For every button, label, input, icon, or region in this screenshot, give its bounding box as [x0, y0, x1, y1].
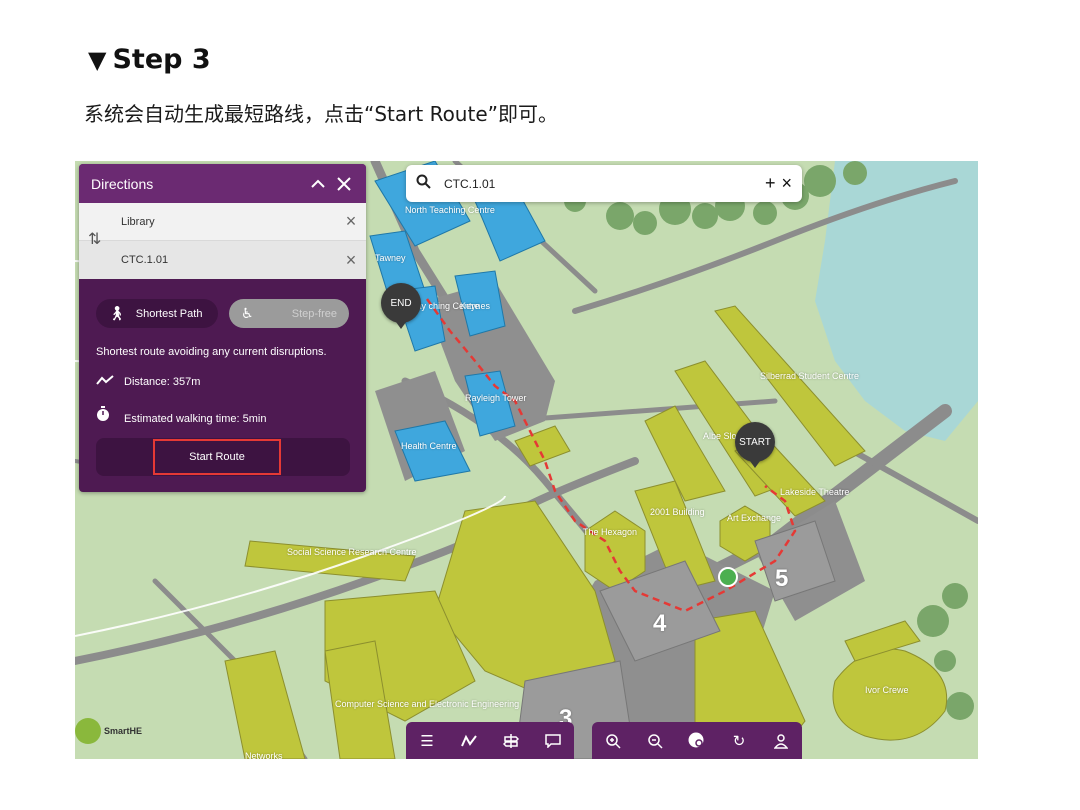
logo-text: SmartHE — [104, 726, 143, 736]
clear-from-icon[interactable]: × — [336, 211, 366, 232]
close-search-icon[interactable]: × — [781, 173, 792, 194]
label-silberrad: Silberrad Student Centre — [760, 371, 860, 381]
user-icon[interactable] — [766, 726, 796, 756]
route-inputs: Library × CTC.1.01 × ⇅ — [79, 203, 366, 279]
route-info: Shortest route avoiding any current disr… — [96, 346, 327, 358]
label-2001-building: 2001 Building — [650, 507, 705, 517]
label-square-4: 4 — [653, 610, 667, 637]
shortest-path-label: Shortest Path — [135, 307, 203, 320]
campus-map[interactable]: North Teaching Centre Tawney Keynes eway… — [75, 161, 978, 759]
to-value[interactable]: CTC.1.01 — [121, 254, 336, 266]
search-bar[interactable]: CTC.1.01 + × — [406, 165, 802, 202]
time-row: Estimated walking time: 5min — [96, 406, 266, 425]
step-free-label: Step-free — [291, 307, 337, 320]
map-toolbar-left: ☰ — [406, 722, 574, 759]
directions-panel: Directions Library × CTC.1.01 × ⇅ 🚶︎ Sho… — [79, 164, 366, 492]
label-computer-science: Computer Science and Electronic Engineer… — [335, 699, 520, 709]
end-marker[interactable]: END — [381, 283, 421, 329]
from-field[interactable]: Library × — [79, 203, 366, 241]
message-icon[interactable] — [538, 726, 568, 756]
directions-header: Directions — [79, 164, 366, 203]
distance-row: Distance: 357m — [96, 375, 200, 388]
step-title-text: Step 3 — [112, 44, 211, 75]
label-lakeside: Lakeside Theatre — [780, 487, 850, 497]
wheelchair-icon: ♿︎ — [241, 305, 254, 321]
label-square-5: 5 — [775, 565, 789, 592]
label-networks: Networks — [245, 751, 283, 759]
smarthe-logo: SmartHE — [75, 718, 142, 744]
label-tawney: Tawney — [375, 253, 406, 263]
chevron-up-icon[interactable] — [308, 174, 328, 194]
route-icon[interactable] — [454, 726, 484, 756]
walking-icon: 🚶︎ — [108, 305, 126, 321]
step-marker: ▼ — [88, 46, 107, 74]
search-input[interactable]: CTC.1.01 — [444, 177, 759, 191]
distance-text: Distance: 357m — [124, 376, 201, 388]
logo-mark — [75, 718, 101, 744]
refresh-icon[interactable]: ↻ — [724, 726, 754, 756]
step-description: 系统会自动生成最短路线，点击“Start Route”即可。 — [84, 102, 558, 126]
label-health: Health Centre — [401, 441, 457, 451]
plus-icon[interactable]: + — [765, 173, 776, 194]
shortest-path-button[interactable]: 🚶︎ Shortest Path — [96, 299, 218, 328]
from-value[interactable]: Library — [121, 216, 336, 228]
zoom-in-icon[interactable] — [598, 726, 628, 756]
swap-icon[interactable]: ⇅ — [88, 229, 101, 249]
start-marker[interactable]: START — [735, 422, 775, 468]
label-ivor-crewe: Ivor Crewe — [865, 685, 909, 695]
label-social-science: Social Science Research Centre — [287, 547, 417, 557]
label-north-teaching: North Teaching Centre — [405, 205, 495, 215]
map-toolbar-right: ↻ — [592, 722, 802, 759]
route-mode-toggle: 🚶︎ Shortest Path ♿︎ Step-free — [96, 299, 349, 328]
lake — [815, 161, 978, 441]
zoom-out-icon[interactable] — [640, 726, 670, 756]
directions-title: Directions — [91, 175, 154, 192]
label-rayleigh: Rayleigh Tower — [465, 393, 527, 403]
label-hexagon: The Hexagon — [583, 527, 638, 537]
stopwatch-icon — [96, 406, 116, 425]
distance-icon — [96, 375, 116, 388]
signpost-icon[interactable] — [496, 726, 526, 756]
search-icon — [416, 174, 438, 193]
label-art-exchange: Art Exchange — [727, 513, 782, 523]
clear-to-icon[interactable]: × — [336, 250, 366, 271]
close-icon[interactable] — [334, 174, 354, 194]
start-route-bar: Start Route — [96, 438, 350, 476]
step-free-button[interactable]: ♿︎ Step-free — [229, 299, 349, 328]
time-text: Estimated walking time: 5min — [124, 413, 267, 425]
list-icon[interactable]: ☰ — [412, 726, 442, 756]
to-field[interactable]: CTC.1.01 × — [79, 241, 366, 279]
step-title: ▼ Step 3 — [88, 44, 211, 75]
start-route-button[interactable]: Start Route — [153, 439, 281, 475]
globe-search-icon[interactable] — [682, 726, 712, 756]
